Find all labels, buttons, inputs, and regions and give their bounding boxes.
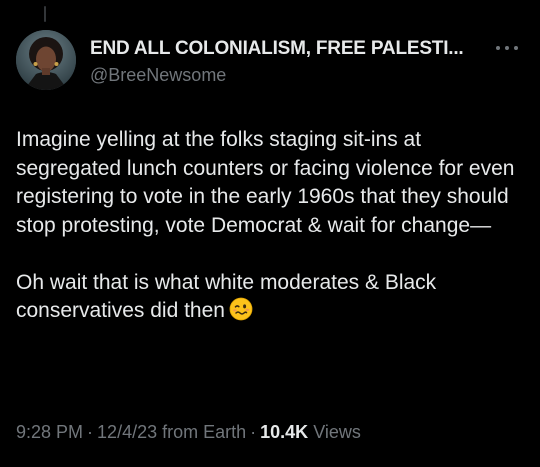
author-handle[interactable]: @BreeNewsome [90, 63, 490, 87]
author-display-name[interactable]: END ALL COLONIALISM, FREE PALESTI... [90, 37, 490, 61]
thread-connector-line [44, 6, 46, 22]
profile-photo-icon [16, 30, 76, 90]
dot [496, 46, 500, 50]
woozy-face-icon [229, 297, 253, 330]
dot [505, 46, 509, 50]
tweet-paragraph-2: Oh wait that is what white moderates & B… [16, 269, 526, 330]
tweet-paragraph-2-text: Oh wait that is what white moderates & B… [16, 270, 437, 323]
more-options-icon[interactable] [496, 41, 518, 55]
meta-separator: · [87, 422, 94, 442]
tweet-paragraph-1: Imagine yelling at the folks staging sit… [16, 128, 515, 237]
tweet-time[interactable]: 9:28 PM [16, 422, 83, 442]
tweet-header: END ALL COLONIALISM, FREE PALESTI... @Br… [16, 28, 524, 92]
tweet-date[interactable]: 12/4/23 from Earth [97, 422, 246, 442]
views-count[interactable]: 10.4K [260, 422, 308, 442]
tweet-meta: 9:28 PM · 12/4/23 from Earth · 10.4K Views [16, 420, 361, 444]
tweet-text: Imagine yelling at the folks staging sit… [16, 126, 526, 330]
dot [514, 46, 518, 50]
avatar[interactable] [16, 30, 76, 90]
views-label: Views [313, 422, 361, 442]
author-names: END ALL COLONIALISM, FREE PALESTI... @Br… [90, 37, 490, 87]
meta-separator: · [250, 422, 257, 442]
